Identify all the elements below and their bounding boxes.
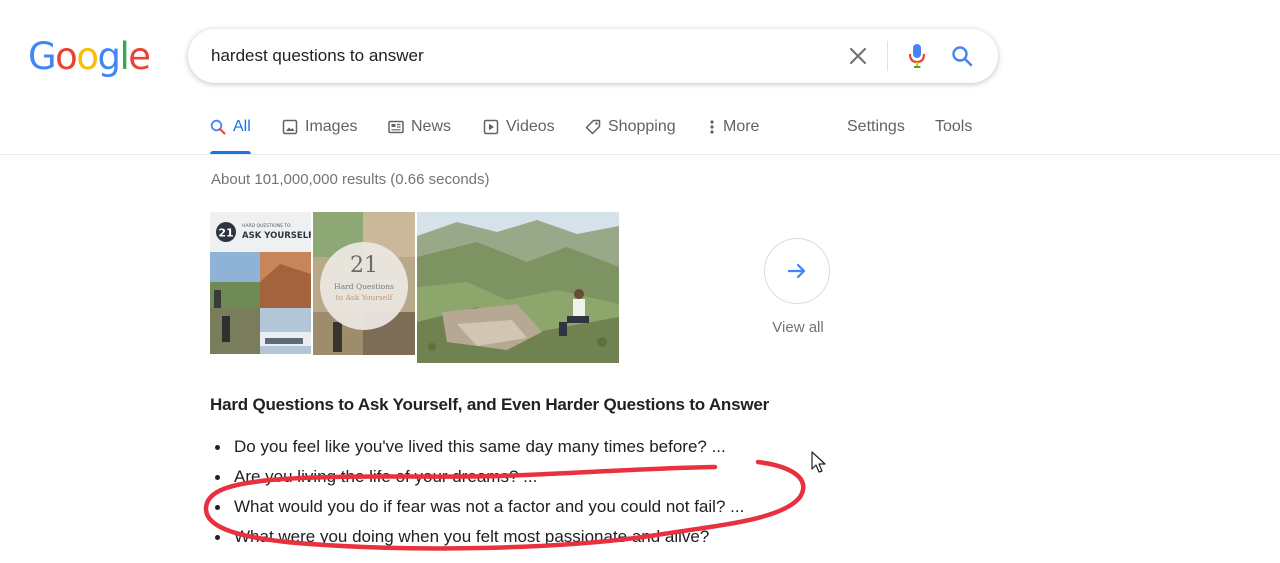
image-thumbnail[interactable]: 21 Hard Questions to Ask Yourself: [313, 212, 415, 363]
logo-letter: l: [119, 35, 129, 78]
thumb1-caption-main: ASK YOURSELF: [242, 231, 311, 241]
thumb2-line1: Hard Questions: [334, 282, 394, 291]
thumb1-caption-top: HARD QUESTIONS TO: [242, 223, 291, 229]
search-box: [188, 29, 998, 83]
snippet-item: What would you do if fear was not a fact…: [213, 492, 744, 522]
tag-icon: [585, 119, 601, 135]
search-input[interactable]: [211, 29, 811, 83]
snippet-item: Do you feel like you've lived this same …: [213, 432, 744, 462]
news-icon: [388, 119, 404, 135]
results-stats: About 101,000,000 results (0.66 seconds): [211, 171, 490, 188]
search-icon: [952, 46, 973, 67]
image-icon: [282, 119, 298, 135]
view-all-label: View all: [772, 319, 824, 336]
tab-label: News: [411, 118, 452, 135]
logo-letter: g: [97, 35, 121, 78]
logo-letter: G: [28, 35, 57, 78]
google-logo[interactable]: Google: [28, 35, 151, 78]
tab-label: Videos: [506, 118, 555, 135]
logo-letter: o: [76, 35, 99, 78]
view-all-button[interactable]: View all: [764, 238, 832, 336]
voice-search-button[interactable]: [903, 42, 931, 70]
tab-label: All: [233, 118, 251, 135]
snippet-title[interactable]: Hard Questions to Ask Yourself, and Even…: [210, 395, 769, 415]
snippet-item: What were you doing when you felt most p…: [213, 522, 744, 552]
search-icon: [210, 119, 226, 135]
mouse-cursor-icon: [811, 451, 826, 473]
tab-shopping[interactable]: Shopping: [585, 112, 676, 154]
tab-news[interactable]: News: [388, 112, 451, 154]
header-divider: [0, 154, 1280, 155]
image-thumbnail[interactable]: 21 HARD QUESTIONS TO ASK YOURSELF: [210, 212, 311, 363]
more-vert-icon: [709, 119, 715, 135]
arrow-right-icon: [787, 263, 806, 279]
search-divider: [887, 41, 888, 71]
tab-label: Settings: [847, 118, 905, 135]
view-all-circle: [764, 238, 830, 304]
logo-letter: o: [55, 35, 78, 78]
snippet-item: Are you living the life of your dreams? …: [213, 462, 744, 492]
thumb2-number: 21: [350, 253, 378, 278]
thumb2-line2: to Ask Yourself: [336, 293, 394, 302]
tab-settings[interactable]: Settings: [847, 112, 905, 154]
image-thumbnail[interactable]: [417, 212, 619, 363]
tab-label: Images: [305, 118, 358, 135]
video-icon: [483, 119, 499, 135]
tab-all[interactable]: All: [210, 112, 251, 154]
mic-icon: [908, 44, 926, 68]
tab-videos[interactable]: Videos: [483, 112, 555, 154]
close-icon: [849, 47, 867, 65]
thumb1-number: 21: [218, 227, 233, 240]
tab-label: Tools: [935, 118, 973, 135]
clear-button[interactable]: [844, 42, 872, 70]
logo-letter: e: [128, 35, 151, 78]
snippet-list: Do you feel like you've lived this same …: [213, 432, 744, 552]
search-button[interactable]: [948, 42, 976, 70]
tab-label: Shopping: [608, 118, 676, 135]
tab-tools[interactable]: Tools: [935, 112, 972, 154]
tab-more[interactable]: More: [709, 112, 759, 154]
tab-label: More: [723, 118, 760, 135]
tab-images[interactable]: Images: [282, 112, 357, 154]
